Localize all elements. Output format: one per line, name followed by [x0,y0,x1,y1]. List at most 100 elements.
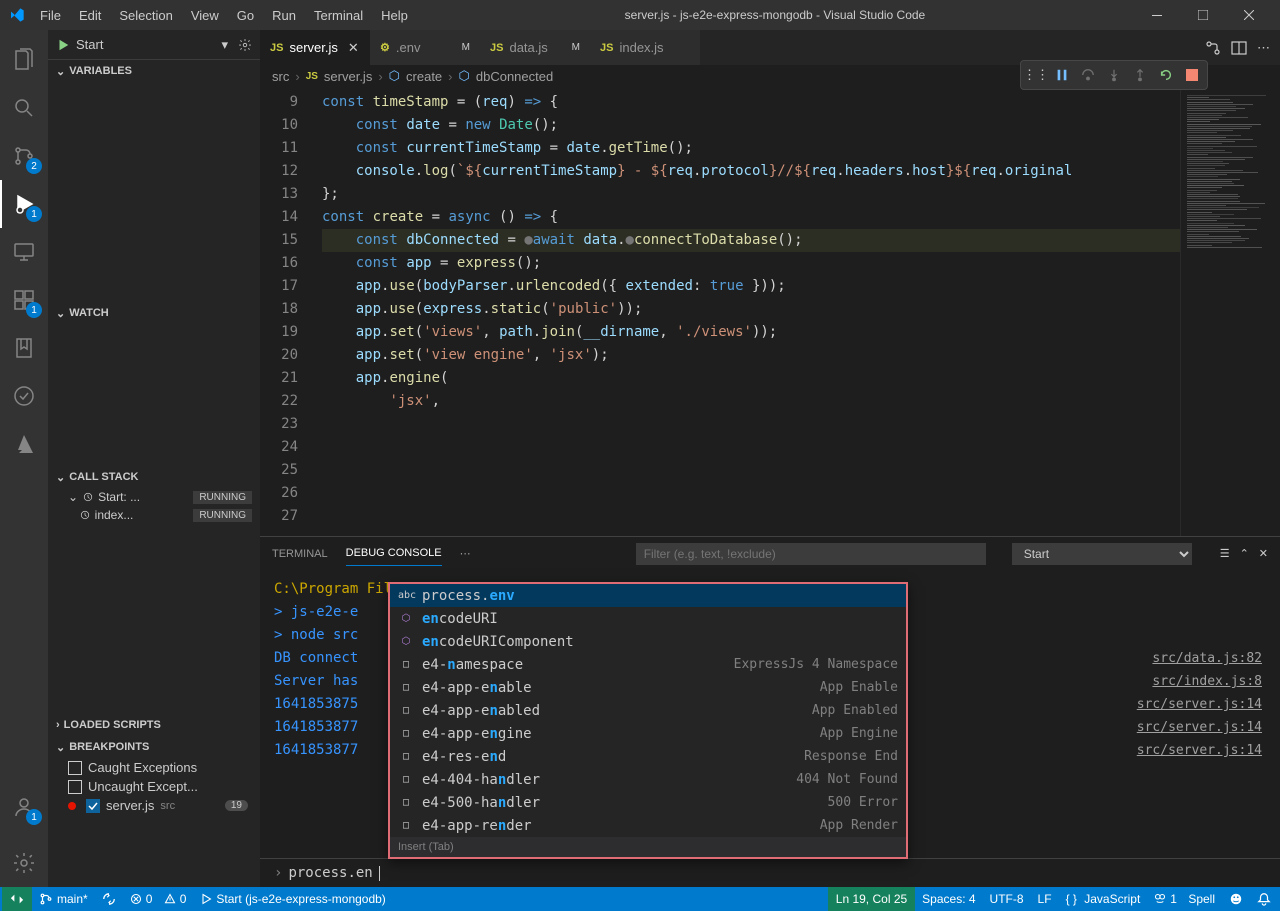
maximize-button[interactable] [1180,0,1226,30]
restart-icon[interactable] [1157,66,1175,84]
tree-icon[interactable]: ☰ [1220,547,1230,560]
tab-server-js[interactable]: JSserver.js✕ [260,30,370,65]
chevron-up-icon[interactable]: ⌃ [1240,547,1249,560]
menu-run[interactable]: Run [264,4,304,27]
debug-launch[interactable]: Start (js-e2e-express-mongodb) [193,887,392,911]
checkbox[interactable] [68,761,82,775]
autocomplete-item[interactable]: abcprocess.env [390,584,906,607]
cursor-position[interactable]: Ln 19, Col 25 [828,887,915,911]
menu-file[interactable]: File [32,4,69,27]
terminal-tab[interactable]: TERMINAL [272,542,328,566]
chevron-down-icon[interactable]: ▾ [221,37,228,53]
feedback-icon[interactable] [1222,887,1250,911]
account-icon[interactable]: 1 [0,783,48,831]
indent-status[interactable]: Spaces: 4 [915,887,982,911]
split-icon[interactable] [1231,40,1247,56]
autocomplete-popup[interactable]: abcprocess.env⬡encodeURI⬡encodeURICompon… [388,582,908,859]
source-link[interactable]: src/index.js:8 [1152,670,1266,693]
run-debug-icon[interactable]: 1 [0,180,48,228]
autocomplete-item[interactable]: □e4-res-endResponse End [390,745,906,768]
compare-icon[interactable] [1205,40,1221,56]
tab--env[interactable]: ⚙.envM [370,30,480,65]
callstack-item[interactable]: index...RUNNING [48,506,260,524]
task-icon[interactable] [0,372,48,420]
variables-header[interactable]: ⌄VARIABLES [48,60,260,82]
azure-icon[interactable] [0,420,48,468]
editor-body[interactable]: 9101112131415161718192021222324252627 co… [260,87,1280,536]
launch-config-select[interactable]: Start [76,37,215,52]
checkbox[interactable] [86,799,100,813]
extensions-icon[interactable]: 1 [0,276,48,324]
kind-icon: □ [398,659,414,670]
search-icon[interactable] [0,84,48,132]
minimize-button[interactable] [1134,0,1180,30]
filter-input[interactable] [636,543,986,565]
source-control-icon[interactable]: 2 [0,132,48,180]
autocomplete-item[interactable]: ⬡encodeURIComponent [390,630,906,653]
remote-icon[interactable] [0,228,48,276]
encoding-status[interactable]: UTF-8 [983,887,1031,911]
gear-icon[interactable] [238,38,252,52]
autocomplete-item[interactable]: □e4-namespaceExpressJs 4 Namespace [390,653,906,676]
status-bar: main* 0 0 Start (js-e2e-express-mongodb)… [0,887,1280,911]
breakpoint-item[interactable]: server.jssrc19 [48,796,260,815]
step-into-icon[interactable] [1105,66,1123,84]
autocomplete-item[interactable]: □e4-500-handler500 Error [390,791,906,814]
more-icon[interactable]: ⋯ [460,541,471,566]
menu-help[interactable]: Help [373,4,416,27]
source-link[interactable]: src/data.js:82 [1152,647,1266,670]
remote-indicator[interactable] [2,887,32,911]
code-content[interactable]: const timeStamp = (req) => { const date … [316,87,1180,536]
autocomplete-item[interactable]: □e4-app-enabledApp Enabled [390,699,906,722]
play-icon[interactable] [56,38,70,52]
settings-icon[interactable] [0,839,48,887]
eol-status[interactable]: LF [1031,887,1059,911]
callstack-item[interactable]: ⌄ Start: ...RUNNING [48,488,260,506]
source-link[interactable]: src/server.js:14 [1137,739,1266,762]
tab-data-js[interactable]: JSdata.jsM [480,30,590,65]
checkbox[interactable] [68,780,82,794]
autocomplete-item[interactable]: □e4-app-engineApp Engine [390,722,906,745]
notifications-icon[interactable] [1250,887,1278,911]
menu-selection[interactable]: Selection [111,4,180,27]
spell-status[interactable]: 1 Spell [1147,887,1222,911]
drag-handle-icon[interactable]: ⋮⋮ [1027,66,1045,84]
breakpoint-item[interactable]: Uncaught Except... [48,777,260,796]
debug-console-tab[interactable]: DEBUG CONSOLE [346,541,442,566]
kind-icon: □ [398,774,414,785]
more-icon[interactable]: ⋯ [1257,40,1270,56]
explorer-icon[interactable] [0,36,48,84]
menu-edit[interactable]: Edit [71,4,109,27]
source-link[interactable]: src/server.js:14 [1137,693,1266,716]
loaded-scripts-header[interactable]: ›LOADED SCRIPTS [48,714,260,736]
autocomplete-item[interactable]: ⬡encodeURI [390,607,906,630]
method-icon: ⬡ [389,68,400,84]
close-button[interactable] [1226,0,1272,30]
session-select[interactable]: Start [1012,543,1192,565]
menu-terminal[interactable]: Terminal [306,4,371,27]
autocomplete-item[interactable]: □e4-app-enableApp Enable [390,676,906,699]
bookmark-icon[interactable] [0,324,48,372]
callstack-header[interactable]: ⌄CALL STACK [48,466,260,488]
tab-index-js[interactable]: JSindex.js [590,30,700,65]
console-input[interactable]: › process.en [260,858,1280,887]
minimap[interactable] [1180,87,1280,536]
step-over-icon[interactable] [1079,66,1097,84]
menu-go[interactable]: Go [229,4,262,27]
step-out-icon[interactable] [1131,66,1149,84]
breakpoint-item[interactable]: Caught Exceptions [48,758,260,777]
close-panel-icon[interactable]: ✕ [1259,547,1268,560]
autocomplete-item[interactable]: □e4-404-handler404 Not Found [390,768,906,791]
problems-button[interactable]: 0 0 [123,887,194,911]
close-icon[interactable]: ✕ [348,40,359,56]
breakpoints-header[interactable]: ⌄BREAKPOINTS [48,736,260,758]
sync-button[interactable] [95,887,123,911]
autocomplete-item[interactable]: □e4-app-renderApp Render [390,814,906,837]
source-link[interactable]: src/server.js:14 [1137,716,1266,739]
git-branch[interactable]: main* [32,887,95,911]
pause-icon[interactable] [1053,66,1071,84]
watch-header[interactable]: ⌄WATCH [48,302,260,324]
language-status[interactable]: { } JavaScript [1059,887,1148,911]
stop-icon[interactable] [1183,66,1201,84]
menu-view[interactable]: View [183,4,227,27]
